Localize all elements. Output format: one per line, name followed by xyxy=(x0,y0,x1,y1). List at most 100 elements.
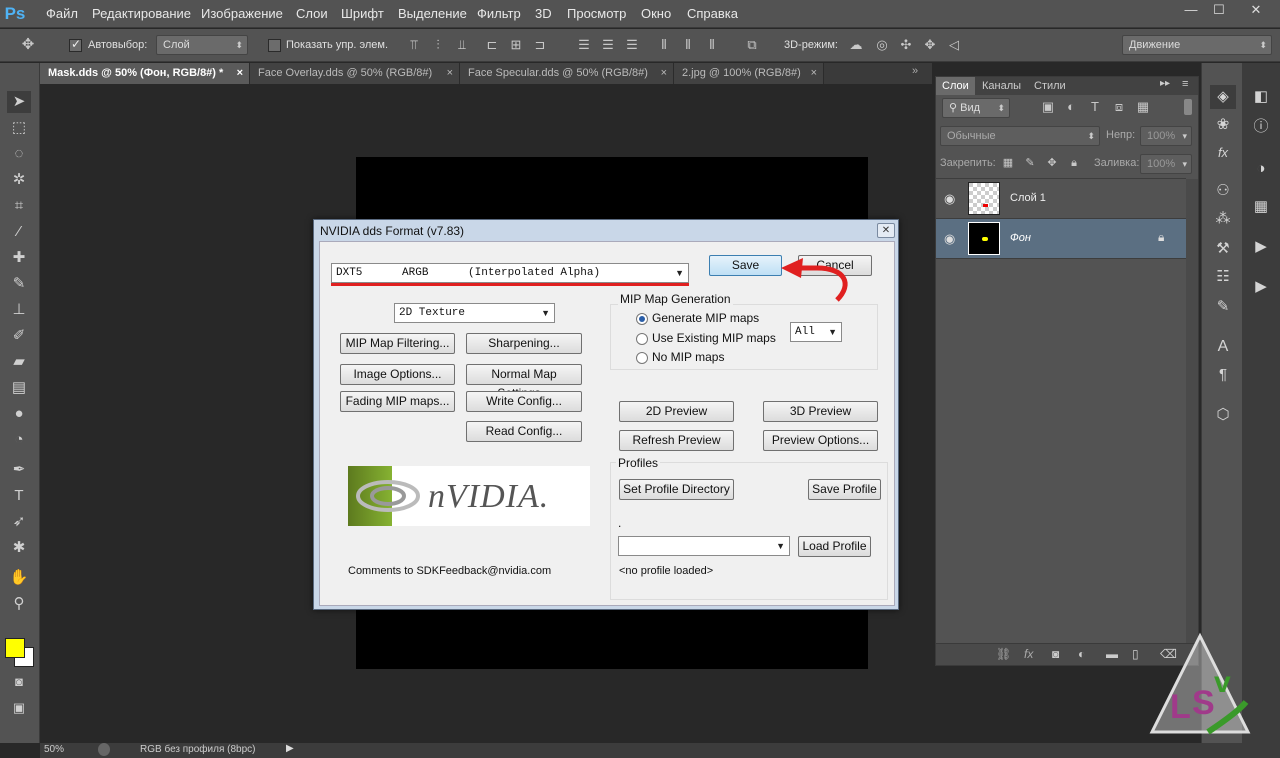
distribute-left-icon[interactable]: ⦀ xyxy=(656,37,672,53)
actions-icon[interactable]: ▶ xyxy=(1248,235,1274,259)
format-select[interactable]: DXT5 ARGB (Interpolated Alpha) ▼ xyxy=(331,263,689,283)
eraser-tool-icon[interactable]: ▰ xyxy=(7,351,31,373)
blur-tool-icon[interactable]: ● xyxy=(7,403,31,425)
texture-type-select[interactable]: 2D Texture ▼ xyxy=(394,303,555,323)
tab-channels[interactable]: Каналы xyxy=(976,77,1027,95)
clone-source-icon[interactable]: ⚇ xyxy=(1210,179,1236,203)
swatches-icon[interactable]: ▦ xyxy=(1248,195,1274,219)
move-tool-icon[interactable]: ➤ xyxy=(7,91,31,113)
tab-2jpg[interactable]: 2.jpg @ 100% (RGB/8#) × xyxy=(674,63,824,84)
auto-align-icon[interactable]: ⧉ xyxy=(744,37,760,53)
eye-icon[interactable]: ◉ xyxy=(944,231,955,247)
tab-close-icon[interactable]: × xyxy=(811,63,817,84)
layers-scrollbar[interactable] xyxy=(1186,179,1198,643)
align-left-icon[interactable]: ⊏ xyxy=(484,37,500,53)
history-icon[interactable]: ◧ xyxy=(1248,85,1274,109)
filter-adjustment-icon[interactable]: ◐ xyxy=(1063,99,1079,115)
scale-3d-icon[interactable]: ◁ xyxy=(946,37,962,53)
maximize-button[interactable]: ☐ xyxy=(1206,0,1232,20)
close-button[interactable]: ✕ xyxy=(1238,0,1274,20)
refresh-preview-button[interactable]: Refresh Preview xyxy=(619,430,734,451)
menu-type[interactable]: Шрифт xyxy=(341,0,384,28)
preview-3d-button[interactable]: 3D Preview xyxy=(763,401,878,422)
dialog-close-button[interactable]: ✕ xyxy=(877,223,895,238)
menu-help[interactable]: Справка xyxy=(687,0,738,28)
menu-select[interactable]: Выделение xyxy=(398,0,467,28)
filter-shape-icon[interactable]: ⧈ xyxy=(1111,99,1127,115)
menu-3d[interactable]: 3D xyxy=(535,0,552,28)
pen-tool-icon[interactable]: ✒ xyxy=(7,459,31,481)
zoom-tool-icon[interactable]: ⚲ xyxy=(7,593,31,615)
fading-mip-button[interactable]: Fading MIP maps... xyxy=(340,391,455,412)
radio-generate-mip[interactable] xyxy=(636,313,648,325)
workspace-select[interactable]: Движение ⬍ xyxy=(1122,35,1272,55)
layers-panel-icon[interactable]: ◈ xyxy=(1210,85,1236,109)
fill-field[interactable]: 100% ▾ xyxy=(1140,154,1192,174)
tab-layers[interactable]: Слои xyxy=(936,77,975,95)
status-icon[interactable] xyxy=(98,743,110,756)
menu-filter[interactable]: Фильтр xyxy=(477,0,521,28)
crop-tool-icon[interactable]: ⌗ xyxy=(7,195,31,217)
roll-3d-icon[interactable]: ◎ xyxy=(874,37,890,53)
filter-kind-select[interactable]: ⚲ Вид ⬍ xyxy=(942,98,1010,118)
panel-collapse-icon[interactable]: ▸▸ xyxy=(1160,78,1170,89)
tab-face-overlay[interactable]: Face Overlay.dds @ 50% (RGB/8#) × xyxy=(250,63,460,84)
character-icon[interactable]: A xyxy=(1210,335,1236,359)
align-right-icon[interactable]: ⊐ xyxy=(532,37,548,53)
tab-styles[interactable]: Стили xyxy=(1028,77,1072,95)
align-hcenter-icon[interactable]: ⊞ xyxy=(508,37,524,53)
filter-pixel-icon[interactable]: ▣ xyxy=(1040,99,1056,115)
properties-icon[interactable]: ☷ xyxy=(1210,265,1236,289)
autoselect-select[interactable]: Слой ⬍ xyxy=(156,35,248,55)
show-controls-checkbox[interactable] xyxy=(268,39,281,52)
load-profile-button[interactable]: Load Profile xyxy=(798,536,871,557)
menu-image[interactable]: Изображение xyxy=(201,0,283,28)
lock-position-icon[interactable]: ✥ xyxy=(1044,155,1060,171)
new-layer-icon[interactable]: ▯ xyxy=(1132,647,1139,661)
minimize-button[interactable]: — xyxy=(1178,0,1204,20)
align-vcenter-icon[interactable]: ⫶ xyxy=(430,37,446,53)
menu-edit[interactable]: Редактирование xyxy=(92,0,191,28)
gradient-tool-icon[interactable]: ▤ xyxy=(7,377,31,399)
eyedropper-icon[interactable]: ⁄ xyxy=(7,221,31,243)
screen-mode-icon[interactable]: ▣ xyxy=(7,697,31,719)
info-icon[interactable]: ⓘ xyxy=(1248,115,1274,139)
align-top-icon[interactable]: ⫪ xyxy=(406,37,422,53)
navigator-icon[interactable]: ◑ xyxy=(1248,157,1274,181)
path-select-icon[interactable]: ➶ xyxy=(7,511,31,533)
lasso-tool-icon[interactable]: ◌ xyxy=(7,143,31,165)
write-config-button[interactable]: Write Config... xyxy=(466,391,582,412)
type-tool-icon[interactable]: T xyxy=(7,485,31,507)
layer-name[interactable]: Слой 1 xyxy=(1010,192,1046,204)
brush-preset-icon[interactable]: ⁂ xyxy=(1210,207,1236,231)
blend-mode-select[interactable]: Обычные ⬍ xyxy=(940,126,1100,146)
set-profile-directory-button[interactable]: Set Profile Directory xyxy=(619,479,734,500)
save-profile-button[interactable]: Save Profile xyxy=(808,479,881,500)
slide-3d-icon[interactable]: ✥ xyxy=(922,37,938,53)
magic-wand-icon[interactable]: ✲ xyxy=(7,169,31,191)
lock-pixels-icon[interactable]: ✎ xyxy=(1022,155,1038,171)
preview-options-button[interactable]: Preview Options... xyxy=(763,430,878,451)
lock-transparent-icon[interactable]: ▦ xyxy=(1000,155,1016,171)
menu-layers[interactable]: Слои xyxy=(296,0,328,28)
sharpening-button[interactable]: Sharpening... xyxy=(466,333,582,354)
distribute-right-icon[interactable]: ⦀ xyxy=(704,37,720,53)
styles-icon[interactable]: ▶ xyxy=(1248,275,1274,299)
dodge-tool-icon[interactable]: ◔ xyxy=(7,429,31,451)
preview-2d-button[interactable]: 2D Preview xyxy=(619,401,734,422)
align-bottom-icon[interactable]: ⫫ xyxy=(454,37,470,53)
brush-tool-icon[interactable]: ✎ xyxy=(7,273,31,295)
profile-select[interactable]: ▼ xyxy=(618,536,790,556)
tabs-overflow-icon[interactable]: » xyxy=(912,65,918,77)
distribute-bottom-icon[interactable]: ☰ xyxy=(624,37,640,53)
save-button[interactable]: Save xyxy=(709,255,782,276)
eye-icon[interactable]: ◉ xyxy=(944,191,955,207)
marquee-tool-icon[interactable]: ⬚ xyxy=(7,117,31,139)
menu-window[interactable]: Окно xyxy=(641,0,671,28)
tab-mask[interactable]: Mask.dds @ 50% (Фон, RGB/8#) * × xyxy=(40,63,250,84)
zoom-level[interactable]: 50% xyxy=(44,744,64,755)
tab-close-icon[interactable]: × xyxy=(447,63,453,84)
tab-close-icon[interactable]: × xyxy=(661,63,667,84)
quick-mask-icon[interactable]: ◙ xyxy=(7,671,31,693)
tab-close-icon[interactable]: × xyxy=(237,63,243,84)
